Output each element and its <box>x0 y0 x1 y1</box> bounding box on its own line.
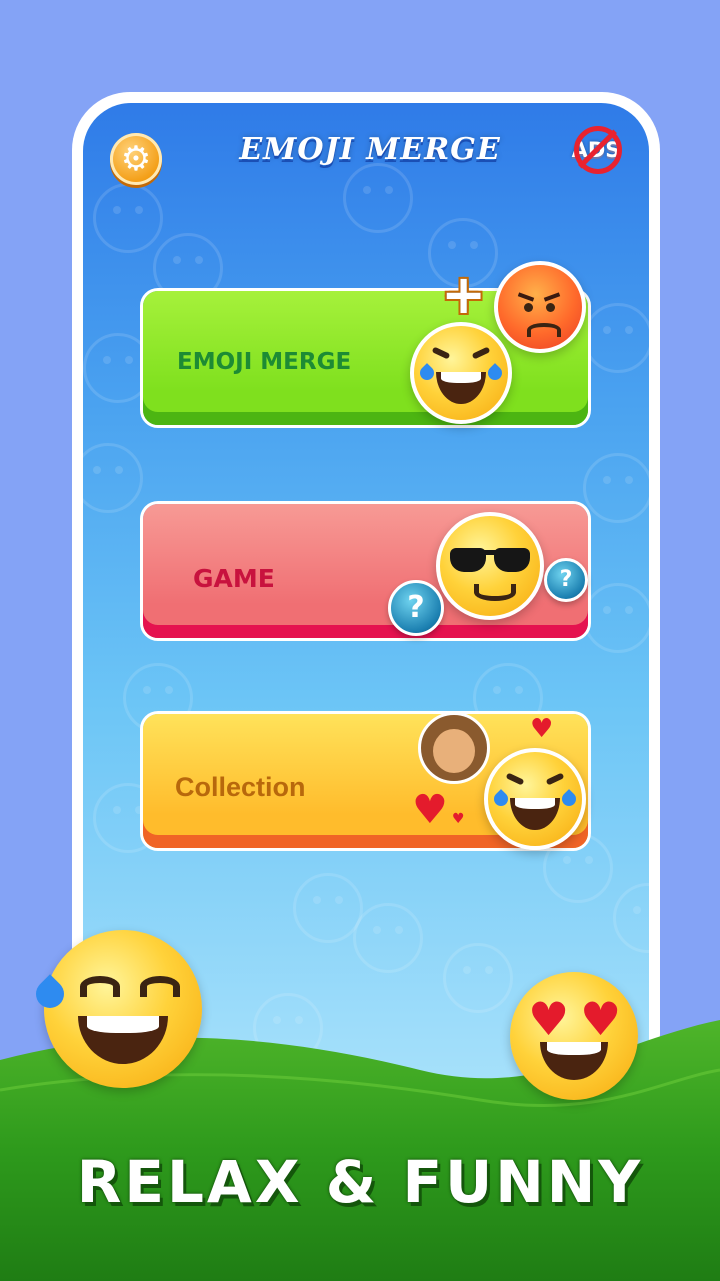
heart-eyes-emoji-icon: ♥ ♥ <box>510 972 638 1100</box>
question-ball-icon: ? <box>388 580 444 636</box>
collection-label: Collection <box>175 772 306 802</box>
heart-icon: ♥ <box>412 787 448 833</box>
background-pattern-face <box>583 303 649 373</box>
sweat-smile-emoji-icon <box>30 930 202 1088</box>
settings-button[interactable]: ⚙ <box>110 133 162 185</box>
background-pattern-face <box>353 903 423 973</box>
plus-icon: + <box>441 263 487 326</box>
angry-emoji-icon <box>494 261 586 353</box>
heart-icon: ♥ <box>452 811 465 827</box>
background-pattern-face <box>443 943 513 1013</box>
background-pattern-face <box>583 453 649 523</box>
background-pattern-face <box>613 883 649 953</box>
no-ads-button[interactable]: ADS <box>566 126 624 176</box>
question-ball-icon: ? <box>544 558 588 602</box>
heart-icon: ♥ <box>530 714 554 744</box>
emoji-merge-label: EMOJI MERGE <box>177 349 352 375</box>
tagline: RELAX & FUNNY <box>76 1148 644 1216</box>
sunglasses-emoji-icon <box>436 512 544 620</box>
question-mark: ? <box>407 590 425 625</box>
monkey-emoji-icon <box>418 712 490 784</box>
laughing-emoji-icon <box>410 322 512 424</box>
app-title: EMOJI MERGE <box>239 132 501 167</box>
laughing-emoji-icon <box>484 748 586 850</box>
background-pattern-face <box>343 163 413 233</box>
background-pattern-face <box>93 183 163 253</box>
background-pattern-face <box>83 443 143 513</box>
game-label: GAME <box>193 564 275 593</box>
question-mark: ? <box>559 567 573 592</box>
background-pattern-face <box>583 583 649 653</box>
gear-icon: ⚙ <box>120 139 152 179</box>
